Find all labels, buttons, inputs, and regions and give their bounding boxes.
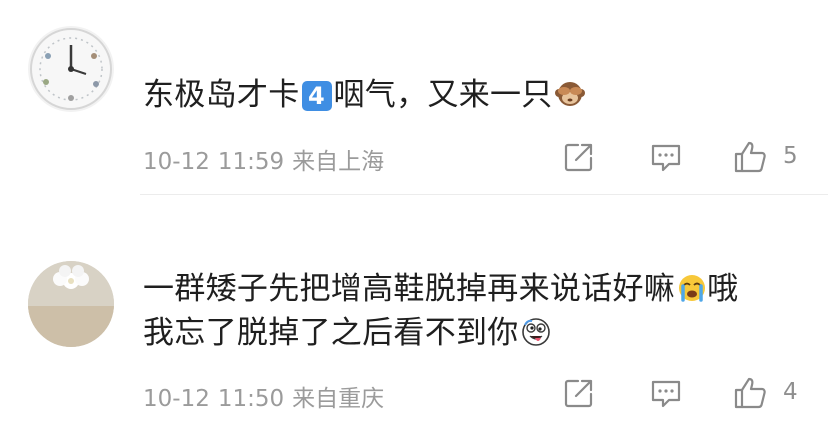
flower-photo-avatar-icon bbox=[28, 261, 114, 347]
comment-location: 来自上海 bbox=[292, 149, 385, 175]
comment-location: 来自重庆 bbox=[292, 386, 385, 412]
reply-button[interactable] bbox=[649, 140, 683, 174]
comment-icon bbox=[651, 144, 681, 172]
comment-time: 11:50 bbox=[217, 386, 285, 412]
comment-text: 一群矮子先把增高鞋脱掉再来说话好嘛 哦 我忘了脱掉了之后看不到你 bbox=[143, 267, 788, 355]
reply-button[interactable] bbox=[649, 376, 683, 410]
comment-text-part: 东极岛才卡 bbox=[143, 77, 300, 113]
comment-list: 东极岛才卡 4 咽气，又来一只 10-12 11:59 来自上海 5 一群矮子先… bbox=[0, 0, 828, 447]
silly-face-emoji-icon bbox=[521, 318, 550, 346]
comment-icon bbox=[651, 380, 681, 408]
avatar[interactable] bbox=[28, 26, 114, 112]
comment-text-part: 咽气，又来一只 bbox=[333, 77, 553, 113]
comment-text: 东极岛才卡 4 咽气，又来一只 bbox=[143, 73, 788, 117]
like-button[interactable] bbox=[733, 376, 767, 410]
thumbs-up-icon bbox=[734, 377, 766, 409]
comment-date: 10-12 bbox=[143, 386, 210, 412]
crying-face-emoji-icon bbox=[679, 275, 706, 302]
see-no-evil-monkey-emoji-icon bbox=[554, 82, 585, 106]
share-icon bbox=[564, 379, 593, 408]
share-button[interactable] bbox=[562, 376, 596, 410]
comment-date: 10-12 bbox=[143, 149, 210, 175]
comment-time: 11:59 bbox=[217, 149, 285, 175]
like-count: 4 bbox=[783, 379, 798, 405]
comment-text-part: 哦 bbox=[707, 271, 739, 307]
comment-text-part: 一群矮子先把增高鞋脱掉再来说话好嘛 bbox=[143, 271, 676, 307]
share-icon bbox=[564, 143, 593, 172]
avatar[interactable] bbox=[28, 261, 114, 347]
comment-meta: 10-12 11:50 来自重庆 bbox=[143, 379, 392, 413]
comment-divider bbox=[140, 194, 828, 195]
share-button[interactable] bbox=[562, 140, 596, 174]
number-badge: 4 bbox=[301, 81, 332, 111]
comment-item: 一群矮子先把增高鞋脱掉再来说话好嘛 哦 我忘了脱掉了之后看不到你 10-12 1… bbox=[0, 194, 828, 447]
thumbs-up-icon bbox=[734, 141, 766, 173]
like-count: 5 bbox=[783, 143, 798, 169]
comment-item: 东极岛才卡 4 咽气，又来一只 10-12 11:59 来自上海 5 bbox=[0, 0, 828, 221]
clock-photo-avatar-icon bbox=[30, 28, 112, 110]
like-button[interactable] bbox=[733, 140, 767, 174]
comment-meta: 10-12 11:59 来自上海 bbox=[143, 142, 392, 176]
comment-text-part: 我忘了脱掉了之后看不到你 bbox=[143, 315, 519, 351]
